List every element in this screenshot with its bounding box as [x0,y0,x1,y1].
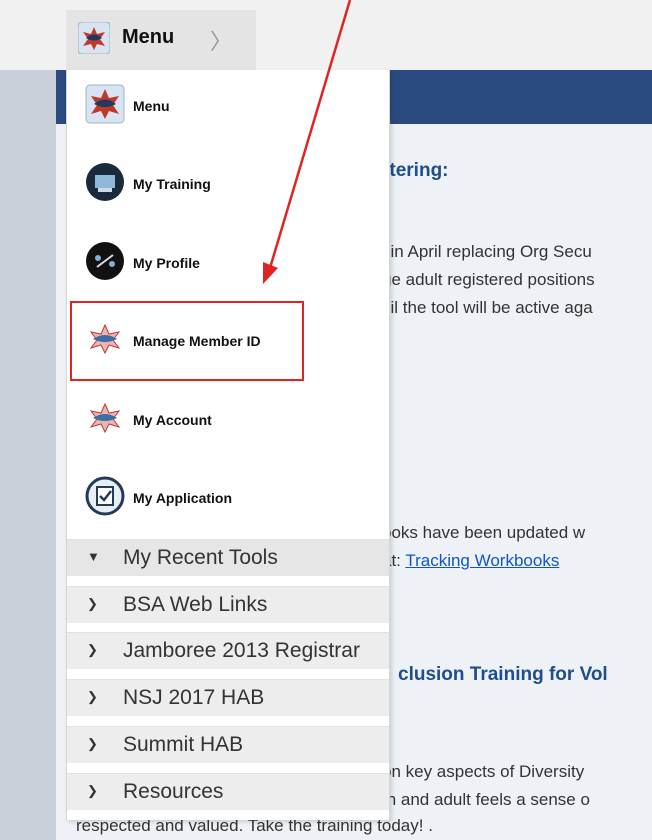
group-label: Jamboree 2013 Registrar [123,639,360,662]
menu-tab-button[interactable]: Menu 〉 [66,10,256,70]
news-heading-2: clusion Training for Vol [398,664,608,685]
highlight-box [70,301,304,381]
menu-item-my-training[interactable]: My Training [67,148,389,220]
group-jamboree-2013-registrar[interactable]: ❯ Jamboree 2013 Registrar [67,632,389,669]
chevron-right-icon: ❯ [87,689,98,704]
group-label: NSJ 2017 HAB [123,686,265,709]
group-my-recent-tools[interactable]: ▼ My Recent Tools [67,539,389,576]
left-side-strip [0,70,56,840]
news-text-line: on key aspects of Diversity [382,762,585,781]
group-summit-hab[interactable]: ❯ Summit HAB [67,726,389,763]
bsa-emblem-icon [89,402,121,434]
menu-item-label: My Account [133,412,212,428]
chevron-right-icon: ❯ [87,783,98,798]
news-text-line: th and adult feels a sense o [382,790,590,809]
menu-dropdown: Menu My Training My Profile Manage Membe… [66,70,390,820]
chevron-down-icon: ▼ [87,549,100,564]
bsa-emblem-icon [78,22,110,54]
menu-item-menu[interactable]: Menu [67,70,389,142]
training-icon [86,163,124,201]
menu-tab-label: Menu [122,26,175,48]
chevron-right-icon: ❯ [87,736,98,751]
chevron-right-icon: ❯ [87,596,98,611]
news-text-line: cil the tool will be active aga [382,298,593,317]
group-label: Resources [123,780,224,803]
group-nsj-2017-hab[interactable]: ❯ NSJ 2017 HAB [67,679,389,716]
menu-item-label: My Training [133,176,211,192]
group-label: My Recent Tools [123,546,278,569]
chevron-right-icon: ❯ [87,642,98,657]
menu-item-my-profile[interactable]: My Profile [67,227,389,299]
news-text-line: ooks have been updated w [382,523,586,542]
news-text-line: at: Tracking Workbooks [382,551,559,571]
checklist-icon [85,476,125,516]
news-heading-1: rtering: [382,160,449,181]
bsa-emblem-icon [85,84,125,124]
news-text-line: l in April replacing Org Secu [382,242,592,261]
group-label: Summit HAB [123,733,244,756]
news-text-line: ge adult registered positions [382,270,595,289]
menu-item-my-application[interactable]: My Application [67,462,389,534]
menu-item-label: Menu [133,98,170,114]
profile-icon [86,242,124,280]
menu-item-label: My Profile [133,255,200,271]
group-label: BSA Web Links [123,593,268,616]
chevron-right-icon: 〉 [210,29,233,54]
menu-item-label: My Application [133,490,233,506]
group-resources[interactable]: ❯ Resources [67,773,389,810]
tracking-workbooks-link[interactable]: Tracking Workbooks [405,551,559,570]
group-bsa-web-links[interactable]: ❯ BSA Web Links [67,586,389,623]
menu-item-my-account[interactable]: My Account [67,384,389,456]
